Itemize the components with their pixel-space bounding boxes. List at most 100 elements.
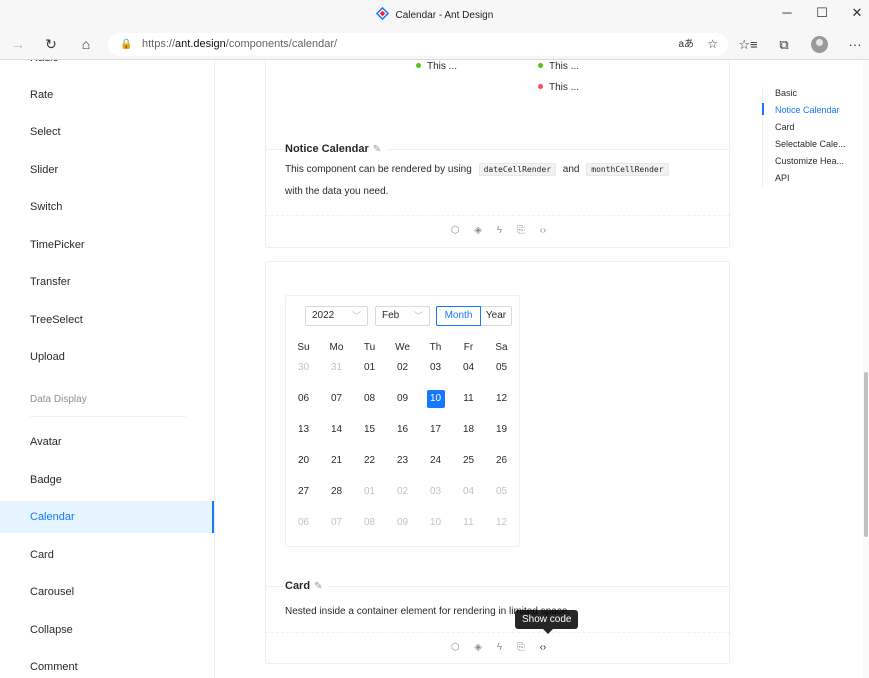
mode-month-button[interactable]: Month [436,306,481,326]
date-cell[interactable]: 04 [452,359,485,377]
sidebar-item-slider[interactable]: Slider [0,154,214,186]
close-button[interactable]: ✕ [847,5,867,21]
date-cell[interactable]: 09 [386,390,419,408]
sidebar-item-carousel[interactable]: Carousel [0,576,214,608]
date-cell[interactable]: 13 [287,421,320,439]
date-cell[interactable]: 30 [287,359,320,377]
date-cell[interactable]: 05 [485,359,518,377]
date-cell[interactable]: 14 [320,421,353,439]
show-code-icon[interactable]: ‹› [540,633,547,663]
anchor-item-basic[interactable]: Basic [775,85,863,102]
date-cell[interactable]: 12 [485,390,518,408]
notice-item: This ... [416,61,457,72]
date-cell[interactable]: 03 [419,483,452,501]
sidebar-item-select[interactable]: Select [0,116,214,148]
date-cell[interactable]: 03 [419,359,452,377]
anchor-ink [762,103,764,115]
date-cell[interactable]: 20 [287,452,320,470]
codepen-icon[interactable]: ◈ [474,216,482,246]
address-bar[interactable]: 🔒 https://ant.design/components/calendar… [108,33,728,56]
profile-avatar[interactable] [811,36,828,53]
date-cell[interactable]: 17 [419,421,452,439]
date-cell[interactable]: 10 [419,390,452,408]
date-cell[interactable]: 01 [353,483,386,501]
codesandbox-icon[interactable]: ⬡ [451,216,460,246]
sidebar-item-collapse[interactable]: Collapse [0,614,214,646]
year-select[interactable]: 2022 ﹀ [305,306,368,326]
forward-icon[interactable]: → [8,36,28,52]
date-cell[interactable]: 18 [452,421,485,439]
edit-icon[interactable]: ✎ [314,581,322,592]
translate-icon[interactable]: aあ [678,33,694,56]
sidebar-item-calendar[interactable]: Calendar [0,501,214,533]
copy-icon[interactable]: ⎘ [517,633,525,663]
date-cell[interactable]: 05 [485,483,518,501]
home-icon[interactable]: ⌂ [76,36,96,52]
favorites-bar-icon[interactable]: ☆≡ [738,37,758,53]
edit-icon[interactable]: ✎ [373,144,381,155]
codesandbox-icon[interactable]: ⬡ [451,633,460,663]
date-cell[interactable]: 16 [386,421,419,439]
anchor-item-customize-header[interactable]: Customize Hea... [775,153,863,170]
sidebar-item-comment[interactable]: Comment [0,651,214,678]
date-cell[interactable]: 06 [287,514,320,532]
reload-icon[interactable]: ↻ [41,36,61,53]
date-cell[interactable]: 22 [353,452,386,470]
anchor-item-card[interactable]: Card [775,119,863,136]
anchor-item-notice-calendar[interactable]: Notice Calendar [775,102,863,119]
date-cell[interactable]: 19 [485,421,518,439]
codepen-icon[interactable]: ◈ [474,633,482,663]
anchor-item-selectable-calendar[interactable]: Selectable Cale... [775,136,863,153]
anchor-item-api[interactable]: API [775,170,863,187]
date-cell[interactable]: 04 [452,483,485,501]
sidebar-item-card[interactable]: Card [0,539,214,571]
date-cell[interactable]: 08 [353,390,386,408]
stackblitz-icon[interactable]: ϟ [497,633,502,663]
scrollbar-thumb[interactable] [864,372,868,537]
lock-icon[interactable]: 🔒 [120,33,132,56]
copy-icon[interactable]: ⎘ [517,216,525,246]
date-cell[interactable]: 26 [485,452,518,470]
date-cell[interactable]: 09 [386,514,419,532]
date-cell[interactable]: 12 [485,514,518,532]
date-cell[interactable]: 08 [353,514,386,532]
mode-year-button[interactable]: Year [481,306,512,326]
sidebar-item-rate[interactable]: Rate [0,79,214,111]
date-cell[interactable]: 11 [452,390,485,408]
date-cell[interactable]: 11 [452,514,485,532]
date-cell[interactable]: 02 [386,483,419,501]
date-cell[interactable]: 28 [320,483,353,501]
maximize-button[interactable]: ☐ [812,5,832,21]
page-scrollbar[interactable] [863,60,869,678]
date-cell[interactable]: 31 [320,359,353,377]
date-cell[interactable]: 01 [353,359,386,377]
date-cell[interactable]: 23 [386,452,419,470]
minimize-button[interactable]: ─ [777,5,797,20]
sidebar-item-avatar[interactable]: Avatar [0,426,214,458]
stackblitz-icon[interactable]: ϟ [497,216,502,246]
date-cell[interactable]: 24 [419,452,452,470]
selected-date: 10 [426,390,445,408]
favorite-icon[interactable]: ☆ [707,33,718,56]
sidebar-item-timepicker[interactable]: TimePicker [0,229,214,261]
sidebar-item-treeselect[interactable]: TreeSelect [0,304,214,336]
month-select[interactable]: Feb ﹀ [375,306,430,326]
date-cell[interactable]: 21 [320,452,353,470]
demo-title-notice-calendar: Notice Calendar ✎ [285,143,388,155]
date-cell[interactable]: 15 [353,421,386,439]
date-cell[interactable]: 06 [287,390,320,408]
date-cell[interactable]: 25 [452,452,485,470]
collections-icon[interactable]: ⧉ [774,37,794,53]
date-cell[interactable]: 07 [320,390,353,408]
date-cell[interactable]: 10 [419,514,452,532]
sidebar-item-transfer[interactable]: Transfer [0,266,214,298]
sidebar-item-badge[interactable]: Badge [0,464,214,496]
date-cell[interactable]: 27 [287,483,320,501]
more-icon[interactable]: ··· [845,37,865,52]
sidebar-item-radio[interactable]: Radio [0,60,214,74]
sidebar-item-upload[interactable]: Upload [0,341,214,373]
date-cell[interactable]: 07 [320,514,353,532]
date-cell[interactable]: 02 [386,359,419,377]
sidebar-item-switch[interactable]: Switch [0,191,214,223]
show-code-icon[interactable]: ‹› [540,216,547,246]
